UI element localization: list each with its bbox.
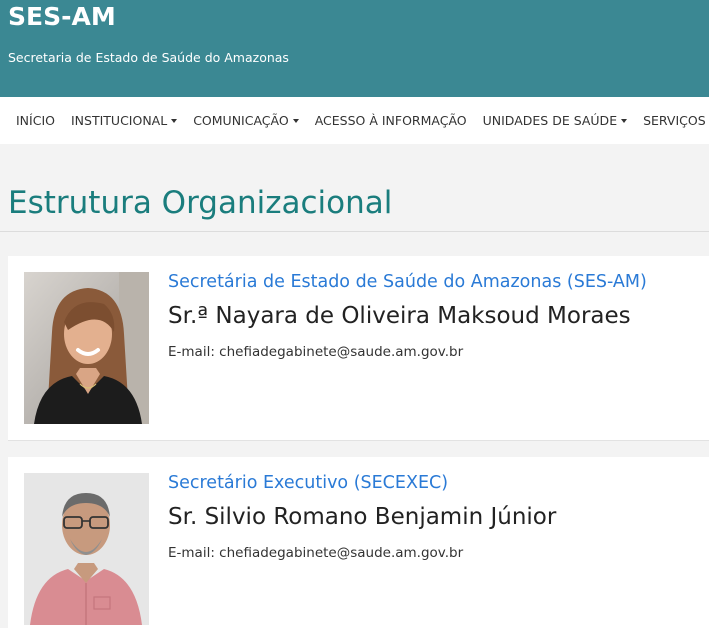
nav-item-institucional[interactable]: INSTITUCIONAL bbox=[63, 113, 185, 128]
staff-role-link[interactable]: Secretária de Estado de Saúde do Amazona… bbox=[168, 272, 647, 292]
staff-name: Sr.ª Nayara de Oliveira Maksoud Moraes bbox=[168, 303, 631, 329]
site-header: SES-AM Secretaria de Estado de Saúde do … bbox=[0, 0, 709, 97]
staff-photo bbox=[24, 473, 149, 625]
caret-down-icon bbox=[171, 119, 178, 123]
staff-card: Secretário Executivo (SECEXEC) Sr. Silvi… bbox=[8, 457, 709, 628]
site-name[interactable]: SES-AM bbox=[8, 2, 116, 31]
nav-item-label: COMUNICAÇÃO bbox=[193, 113, 289, 128]
nav-item-label: INSTITUCIONAL bbox=[70, 113, 168, 128]
nav-item-comunicacao[interactable]: COMUNICAÇÃO bbox=[185, 113, 307, 128]
nav-item-label: INÍCIO bbox=[16, 113, 55, 128]
staff-card: Secretária de Estado de Saúde do Amazona… bbox=[8, 256, 709, 441]
page-title: Estrutura Organizacional bbox=[8, 185, 393, 221]
title-divider bbox=[0, 231, 709, 232]
nav-item-label: ACESSO À INFORMAÇÃO bbox=[314, 113, 467, 128]
caret-down-icon bbox=[621, 119, 628, 123]
staff-role-link[interactable]: Secretário Executivo (SECEXEC) bbox=[168, 473, 448, 493]
nav-item-unidades-saude[interactable]: UNIDADES DE SAÚDE bbox=[475, 113, 635, 128]
staff-email: E-mail: chefiadegabinete@saude.am.gov.br bbox=[168, 545, 464, 561]
caret-down-icon bbox=[292, 119, 299, 123]
portrait-man bbox=[24, 473, 149, 625]
nav-item-servicos[interactable]: SERVIÇOS bbox=[635, 113, 709, 128]
staff-name: Sr. Silvio Romano Benjamin Júnior bbox=[168, 504, 557, 530]
nav-item-label: SERVIÇOS bbox=[643, 113, 706, 128]
staff-email: E-mail: chefiadegabinete@saude.am.gov.br bbox=[168, 344, 464, 360]
nav-item-acesso-informacao[interactable]: ACESSO À INFORMAÇÃO bbox=[307, 113, 475, 128]
main-nav: INÍCIO INSTITUCIONAL COMUNICAÇÃO ACESSO … bbox=[0, 97, 709, 144]
portrait-woman bbox=[24, 272, 149, 424]
staff-photo bbox=[24, 272, 149, 424]
nav-item-inicio[interactable]: INÍCIO bbox=[8, 113, 63, 128]
site-slogan: Secretaria de Estado de Saúde do Amazona… bbox=[8, 50, 289, 65]
nav-item-label: UNIDADES DE SAÚDE bbox=[482, 113, 618, 128]
